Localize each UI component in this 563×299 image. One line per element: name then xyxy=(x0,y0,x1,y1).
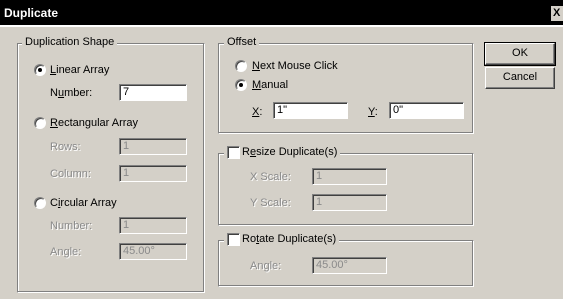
ok-button[interactable]: OK xyxy=(484,42,556,66)
resize-group xyxy=(218,153,474,226)
circular-array-radio-dot[interactable] xyxy=(34,197,46,209)
rotate-angle-field: 45.00° xyxy=(312,257,387,274)
y-scale-label: Y Scale: xyxy=(250,197,291,209)
linear-array-label[interactable]: Linear Array xyxy=(50,63,109,77)
offset-x-field[interactable]: 1" xyxy=(273,102,348,119)
x-scale-label: X Scale: xyxy=(250,171,291,183)
linear-number-label: Number: xyxy=(50,87,93,99)
duplicate-dialog: Duplicate X Duplication Shape Linear Arr… xyxy=(0,0,563,299)
rectangular-array-radio-dot[interactable] xyxy=(34,117,46,129)
rows-field: 1 xyxy=(119,138,187,155)
circular-number-field: 1 xyxy=(119,217,187,234)
resize-checkbox-box[interactable] xyxy=(227,146,240,159)
column-label: Column: xyxy=(50,168,91,180)
next-mouse-click-radio-dot[interactable] xyxy=(235,60,247,72)
circular-angle-field: 45.00° xyxy=(119,243,187,260)
manual-label[interactable]: Manual xyxy=(252,78,288,92)
manual-radio-dot[interactable] xyxy=(235,79,247,91)
cancel-button[interactable]: Cancel xyxy=(485,67,555,89)
dialog-title: Duplicate xyxy=(4,6,59,20)
resize-checkbox[interactable]: Resize Duplicate(s) xyxy=(224,146,341,159)
title-bar: Duplicate X xyxy=(0,0,563,27)
linear-array-radio-dot[interactable] xyxy=(34,64,46,76)
rows-label: Rows: xyxy=(50,141,81,153)
rotate-checkbox-box[interactable] xyxy=(227,233,240,246)
rectangular-array-label[interactable]: Rectangular Array xyxy=(50,116,138,130)
rotate-checkbox[interactable]: Rotate Duplicate(s) xyxy=(224,233,340,246)
y-scale-field: 1 xyxy=(312,194,387,211)
offset-legend: Offset xyxy=(224,36,260,49)
x-scale-field: 1 xyxy=(312,168,387,185)
duplication-shape-legend: Duplication Shape xyxy=(22,36,118,49)
offset-x-label: X: xyxy=(252,106,263,118)
offset-y-field[interactable]: 0" xyxy=(389,102,464,119)
column-field: 1 xyxy=(119,165,187,182)
circular-angle-label: Angle: xyxy=(50,246,82,258)
next-mouse-click-label[interactable]: Next Mouse Click xyxy=(252,59,338,73)
close-icon[interactable]: X xyxy=(551,6,563,21)
circular-array-label[interactable]: Circular Array xyxy=(50,196,117,210)
linear-number-field[interactable]: 7 xyxy=(119,84,187,101)
offset-y-label: Y: xyxy=(368,106,378,118)
circular-number-label: Number: xyxy=(50,220,93,232)
rotate-angle-label: Angle: xyxy=(250,260,282,272)
